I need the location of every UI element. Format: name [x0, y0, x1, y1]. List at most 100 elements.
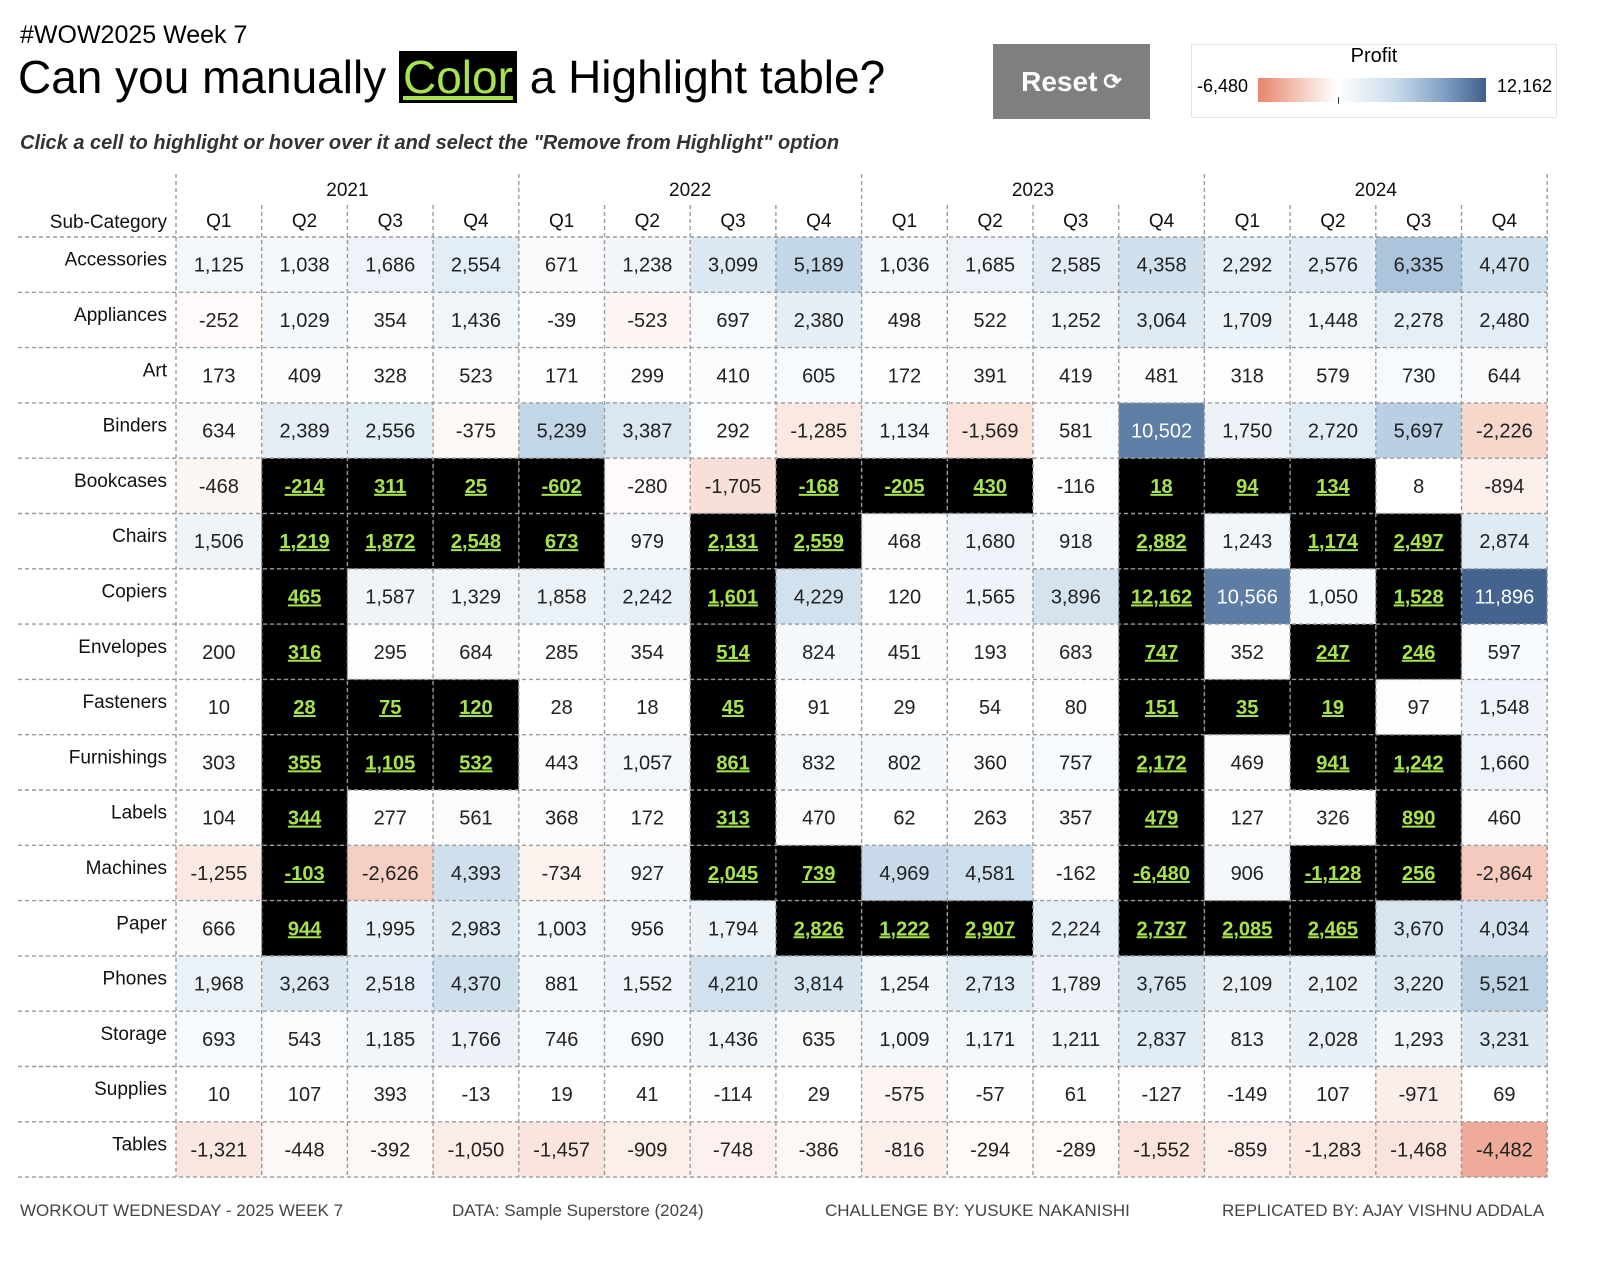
cell-value: 2,518 [365, 974, 415, 996]
table-cell[interactable] [176, 568, 262, 625]
cell-value: 979 [631, 531, 664, 553]
cell-value: 1,219 [280, 531, 330, 553]
cell-value: -1,705 [705, 476, 762, 498]
cell-value: 1,254 [879, 974, 929, 996]
cell-value: -116 [1057, 476, 1096, 498]
cell-value: 1,766 [451, 1029, 501, 1051]
cell-value: 683 [1059, 642, 1092, 664]
cell-value: 2,085 [1222, 918, 1272, 940]
cell-value: 2,380 [794, 310, 844, 332]
cell-value: 277 [374, 808, 407, 830]
cell-value: 2,465 [1308, 918, 1358, 940]
cell-value: 173 [202, 365, 235, 387]
footer-challenge-by: CHALLENGE BY: YUSUKE NAKANISHI [825, 1201, 1130, 1220]
cell-value: 523 [459, 365, 492, 387]
cell-value: 451 [888, 642, 921, 664]
cell-value: -1,283 [1305, 1139, 1362, 1161]
row-label: Machines [86, 858, 167, 879]
cell-value: -57 [976, 1084, 1005, 1106]
cell-value: 697 [716, 310, 749, 332]
cell-value: 368 [545, 808, 578, 830]
cell-value: 861 [716, 752, 749, 774]
cell-value: 1,686 [365, 255, 415, 277]
cell-value: 45 [722, 697, 744, 719]
cell-value: 2,720 [1308, 421, 1358, 443]
cell-value: 2,224 [1051, 918, 1101, 940]
cell-value: 671 [545, 255, 578, 277]
cell-value: 1,003 [537, 918, 587, 940]
cell-value: 107 [288, 1084, 321, 1106]
cell-value: 470 [802, 808, 835, 830]
quarter-header: Q2 [635, 211, 660, 232]
cell-value: 944 [288, 918, 322, 940]
cell-value: 881 [545, 974, 578, 996]
cell-value: 172 [631, 808, 664, 830]
cell-value: 10 [208, 1084, 230, 1106]
cell-value: 956 [631, 918, 664, 940]
cell-value: 1,222 [879, 918, 929, 940]
cell-value: 2,737 [1137, 918, 1187, 940]
cell-value: 1,293 [1394, 1029, 1444, 1051]
cell-value: 1,601 [708, 586, 758, 608]
cell-value: 469 [1231, 752, 1264, 774]
cell-value: 354 [631, 642, 664, 664]
cell-value: 2,480 [1479, 310, 1529, 332]
cell-value: 104 [202, 808, 235, 830]
cell-value: -1,552 [1133, 1139, 1190, 1161]
cell-value: 127 [1231, 808, 1264, 830]
cell-value: 666 [202, 918, 235, 940]
cell-value: 2,278 [1394, 310, 1444, 332]
cell-value: 1,009 [879, 1029, 929, 1051]
cell-value: 739 [802, 863, 835, 885]
cell-value: 18 [636, 697, 658, 719]
year-header: 2022 [669, 180, 711, 201]
cell-value: 1,660 [1479, 752, 1529, 774]
cell-value: 19 [551, 1084, 573, 1106]
cell-value: 1,685 [965, 255, 1015, 277]
cell-value: 94 [1236, 476, 1259, 498]
cell-value: -1,569 [962, 421, 1019, 443]
cell-value: 3,263 [280, 974, 330, 996]
cell-value: -468 [199, 476, 239, 498]
cell-value: 1,329 [451, 586, 501, 608]
cell-value: 1,174 [1308, 531, 1359, 553]
row-label: Accessories [65, 250, 167, 271]
cell-value: 3,670 [1394, 918, 1444, 940]
cell-value: 318 [1231, 365, 1264, 387]
cell-value: -280 [627, 476, 667, 498]
cell-value: 41 [636, 1084, 658, 1106]
cell-value: 1,709 [1222, 310, 1272, 332]
cell-value: 344 [288, 808, 322, 830]
cell-value: 2,102 [1308, 974, 1358, 996]
cell-value: 2,837 [1137, 1029, 1187, 1051]
cell-value: 1,171 [965, 1029, 1015, 1051]
cell-value: -294 [970, 1139, 1010, 1161]
cell-value: 2,554 [451, 255, 501, 277]
cell-value: 4,969 [879, 863, 929, 885]
cell-value: 1,105 [365, 752, 415, 774]
cell-value: 61 [1065, 1084, 1087, 1106]
cell-value: 2,028 [1308, 1029, 1358, 1051]
cell-value: 4,210 [708, 974, 758, 996]
cell-value: 292 [716, 421, 749, 443]
cell-value: 256 [1402, 863, 1435, 885]
footer-data-source: DATA: Sample Superstore (2024) [452, 1201, 704, 1220]
quarter-header: Q1 [206, 211, 231, 232]
cell-value: 1,794 [708, 918, 758, 940]
cell-value: 120 [888, 586, 921, 608]
cell-value: 1,448 [1308, 310, 1358, 332]
row-label: Phones [103, 969, 167, 990]
cell-value: 1,680 [965, 531, 1015, 553]
row-label: Fasteners [83, 692, 167, 713]
cell-value: -392 [370, 1139, 410, 1161]
cell-value: 1,968 [194, 974, 244, 996]
cell-value: -448 [285, 1139, 325, 1161]
cell-value: 824 [802, 642, 835, 664]
row-label: Bookcases [74, 471, 167, 492]
cell-value: 927 [631, 863, 664, 885]
cell-value: 29 [808, 1084, 830, 1106]
row-label: Art [143, 360, 168, 381]
cell-value: -1,468 [1390, 1139, 1447, 1161]
cell-value: -971 [1399, 1084, 1439, 1106]
cell-value: 391 [973, 365, 1006, 387]
